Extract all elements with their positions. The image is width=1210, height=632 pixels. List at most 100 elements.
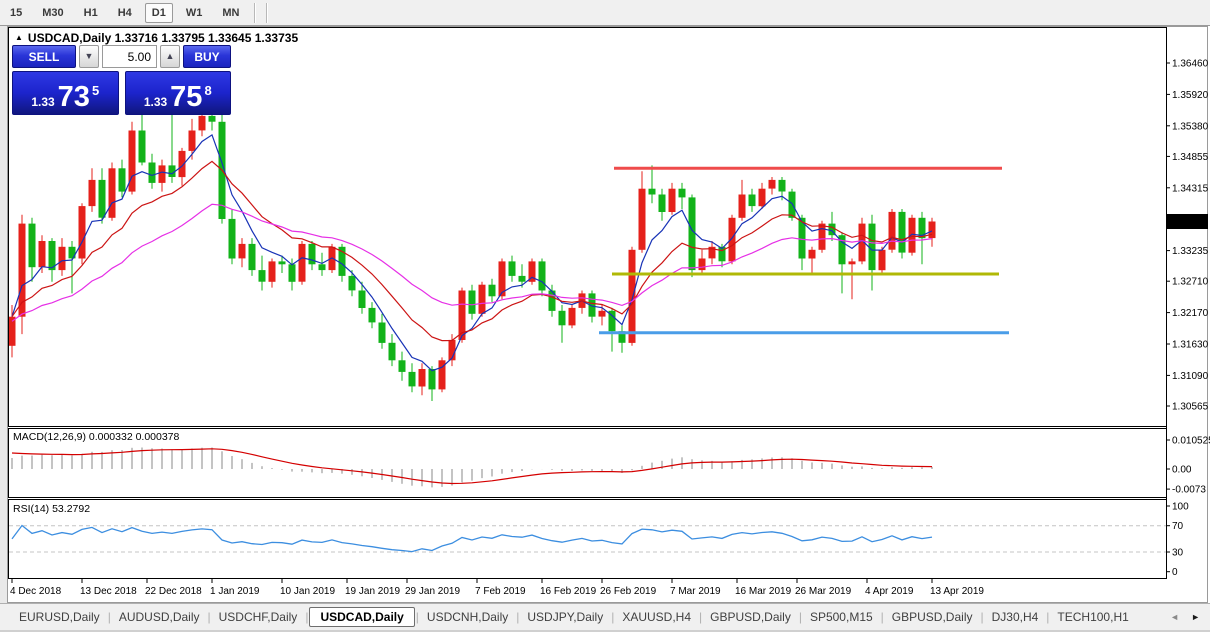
price-tick-label: 1.36460 xyxy=(1172,59,1209,70)
candle-body xyxy=(79,206,86,258)
chart-tab-DJ30-H4[interactable]: DJ30,H4 xyxy=(985,607,1046,627)
timeframe-button-15[interactable]: 15 xyxy=(3,3,29,23)
chart-tab-XAUUSD-H4[interactable]: XAUUSD,H4 xyxy=(615,607,698,627)
price-tick-label: 1.31090 xyxy=(1172,371,1209,382)
chart-tab-USDCHF-Daily[interactable]: USDCHF,Daily xyxy=(212,607,305,627)
volume-decrease-button[interactable]: ▼ xyxy=(79,45,99,68)
timeframe-button-D1[interactable]: D1 xyxy=(145,3,173,23)
arrow-up-icon: ▲ xyxy=(166,51,175,61)
candle-body xyxy=(729,218,736,262)
candle-body xyxy=(639,189,646,250)
candle-body xyxy=(679,189,686,198)
candle-body xyxy=(279,261,286,264)
macd-tick-label: -0.0073 xyxy=(1172,485,1206,496)
candle-body xyxy=(649,189,656,195)
candle-body xyxy=(699,259,706,271)
date-tick-label: 10 Jan 2019 xyxy=(280,586,335,597)
macd-indicator-label: MACD(12,26,9) 0.000332 0.000378 xyxy=(13,431,179,443)
candle-body xyxy=(159,165,166,183)
candle-body xyxy=(349,276,356,291)
timeframe-button-M30[interactable]: M30 xyxy=(35,3,70,23)
volume-input[interactable] xyxy=(102,45,157,68)
candle-body xyxy=(929,222,936,239)
price-tick-label: 1.35380 xyxy=(1172,121,1209,132)
buy-price-pip: 8 xyxy=(204,84,211,97)
volume-increase-button[interactable]: ▲ xyxy=(160,45,180,68)
sell-button[interactable]: SELL xyxy=(12,45,76,68)
rsi-tick-label: 0 xyxy=(1172,567,1178,578)
candle-body xyxy=(539,261,546,290)
candle-body xyxy=(59,247,66,270)
current-price-badge xyxy=(1167,214,1208,229)
macd-tick-label: 0.00 xyxy=(1172,465,1192,476)
window-left-edge xyxy=(0,26,8,603)
candle-body xyxy=(769,180,776,189)
timeframe-button-H4[interactable]: H4 xyxy=(111,3,139,23)
date-tick-label: 22 Dec 2018 xyxy=(145,586,202,597)
chart-tab-GBPUSD-Daily[interactable]: GBPUSD,Daily xyxy=(885,607,980,627)
arrow-down-icon: ▼ xyxy=(85,51,94,61)
candle-body xyxy=(479,285,486,314)
candle-body xyxy=(509,261,516,276)
candle-body xyxy=(889,212,896,250)
chart-tab-USDJPY-Daily[interactable]: USDJPY,Daily xyxy=(520,607,610,627)
date-tick-label: 26 Feb 2019 xyxy=(600,586,657,597)
candle-body xyxy=(739,195,746,218)
date-tick-label: 19 Jan 2019 xyxy=(345,586,400,597)
date-tick-label: 7 Feb 2019 xyxy=(475,586,526,597)
candle-body xyxy=(99,180,106,218)
candle-body xyxy=(269,261,276,281)
timeframe-button-MN[interactable]: MN xyxy=(215,3,246,23)
rsi-tick-label: 70 xyxy=(1172,521,1184,532)
candle-body xyxy=(29,224,36,268)
candle-body xyxy=(599,311,606,317)
candle-body xyxy=(249,244,256,270)
candle-body xyxy=(299,244,306,282)
candle-body xyxy=(259,270,266,282)
candle-body xyxy=(659,195,666,213)
sell-price-display[interactable]: 1.33 73 5 xyxy=(12,71,119,115)
buy-price-display[interactable]: 1.33 75 8 xyxy=(125,71,232,115)
candle-body xyxy=(189,131,196,151)
date-tick-label: 16 Mar 2019 xyxy=(735,586,792,597)
candle-body xyxy=(229,219,236,259)
date-tick-label: 29 Jan 2019 xyxy=(405,586,460,597)
date-tick-label: 16 Feb 2019 xyxy=(540,586,597,597)
toolbar-separator xyxy=(266,3,268,23)
price-tick-label: 1.35920 xyxy=(1172,90,1209,101)
candle-body xyxy=(429,369,436,389)
candle-body xyxy=(289,264,296,282)
chart-tab-AUDUSD-Daily[interactable]: AUDUSD,Daily xyxy=(112,607,207,627)
chart-tab-SP500-M15[interactable]: SP500,M15 xyxy=(803,607,880,627)
candle-body xyxy=(239,244,246,259)
chart-tab-TECH100-H1[interactable]: TECH100,H1 xyxy=(1050,607,1135,627)
buy-button[interactable]: BUY xyxy=(183,45,231,68)
tab-scroll-right-icon[interactable]: ► xyxy=(1191,612,1200,622)
sell-price-pip: 5 xyxy=(92,84,99,97)
candle-body xyxy=(469,291,476,314)
candle-body xyxy=(689,197,696,270)
candle-body xyxy=(879,250,886,270)
chart-tab-EURUSD-Daily[interactable]: EURUSD,Daily xyxy=(12,607,107,627)
date-tick-label: 4 Apr 2019 xyxy=(865,586,914,597)
chart-tab-GBPUSD-Daily[interactable]: GBPUSD,Daily xyxy=(703,607,798,627)
timeframe-button-H1[interactable]: H1 xyxy=(77,3,105,23)
chart-title: ▲USDCAD,Daily 1.33716 1.33795 1.33645 1.… xyxy=(15,31,298,45)
chart-tab-USDCAD-Daily[interactable]: USDCAD,Daily xyxy=(309,607,414,627)
candle-body xyxy=(409,372,416,387)
candle-body xyxy=(119,168,126,191)
candle-body xyxy=(89,180,96,206)
collapse-panel-icon[interactable]: ▲ xyxy=(15,33,23,42)
date-tick-label: 26 Mar 2019 xyxy=(795,586,852,597)
candle-body xyxy=(319,264,326,270)
toolbar-separator xyxy=(254,3,256,23)
sell-price-big: 73 xyxy=(58,86,90,110)
candle-body xyxy=(109,168,116,218)
candle-body xyxy=(849,261,856,264)
tab-scroll-left-icon[interactable]: ◄ xyxy=(1170,612,1179,622)
candle-body xyxy=(379,323,386,343)
chart-tab-USDCNH-Daily[interactable]: USDCNH,Daily xyxy=(420,607,515,627)
timeframe-button-W1[interactable]: W1 xyxy=(179,3,210,23)
candle-body xyxy=(669,189,676,212)
candle-body xyxy=(569,308,576,326)
